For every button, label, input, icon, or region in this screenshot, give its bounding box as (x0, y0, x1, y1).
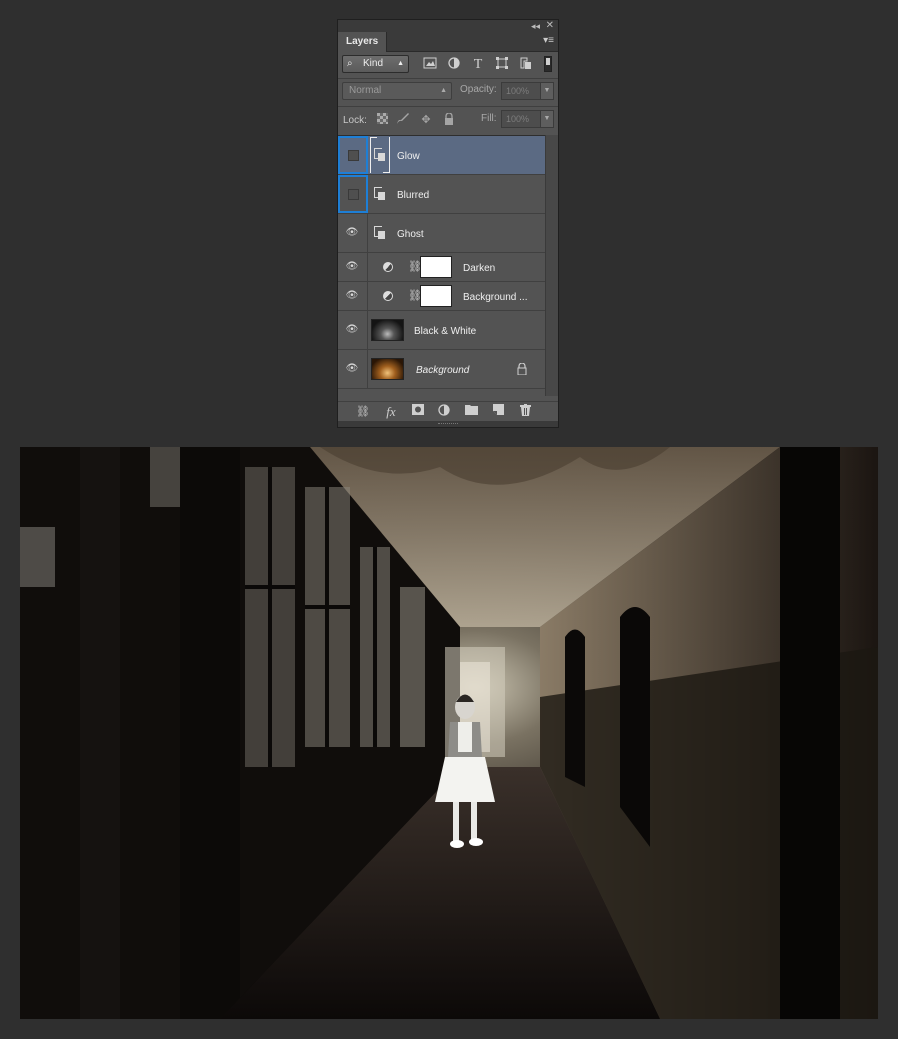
collapse-panel-button[interactable]: ◂◂ (531, 20, 540, 32)
lock-label: Lock: (343, 115, 367, 126)
image-filter-icon[interactable] (422, 57, 438, 73)
link-layers-icon[interactable]: ⛓ (355, 404, 371, 420)
panel-titlebar[interactable]: ◂◂ ✕ (338, 20, 558, 32)
blend-mode-select[interactable]: Normal ▲ (342, 82, 452, 100)
smart-object-icon (374, 148, 386, 162)
tab-layers[interactable]: Layers (338, 32, 388, 52)
visibility-toggle[interactable]: 👁 (338, 253, 368, 281)
grip-dots (438, 423, 458, 426)
opacity-field[interactable]: 100% (501, 82, 543, 100)
blend-mode-value: Normal (349, 85, 382, 96)
fill-field[interactable]: 100% (501, 110, 543, 128)
filter-kind-label: Kind (363, 58, 384, 69)
panel-resize-handle[interactable] (338, 421, 558, 427)
eye-icon: 👁 (345, 290, 359, 301)
fill-label: Fill: (481, 113, 497, 124)
visibility-toggle[interactable]: 👁 (338, 282, 368, 310)
lock-image-pixels-icon[interactable] (396, 113, 410, 127)
search-icon: ⌕ (347, 58, 353, 69)
corridor-image (20, 447, 878, 1019)
fx-icon[interactable]: fx (383, 404, 399, 420)
layer-row-glow[interactable]: Glow (338, 136, 545, 175)
updown-arrow-icon: ▲ (397, 60, 404, 67)
visibility-toggle[interactable]: 👁 (338, 214, 368, 252)
visibility-off-box (348, 189, 359, 200)
filter-toggle-switch[interactable] (544, 56, 552, 72)
adjustment-layer-icon (383, 262, 393, 272)
panel-menu-icon[interactable]: ▾≡ (543, 35, 554, 47)
layer-thumbnail[interactable] (371, 319, 404, 341)
lock-position-icon[interactable]: ✥ (419, 113, 433, 127)
new-group-icon[interactable] (463, 404, 479, 420)
layer-name[interactable]: Darken (463, 263, 495, 274)
delete-layer-icon[interactable] (517, 404, 533, 420)
layer-name[interactable]: Glow (397, 151, 420, 162)
new-adjustment-icon[interactable] (436, 404, 452, 420)
layers-bottom-toolbar: ⛓ fx (338, 401, 558, 422)
toggle-knob (546, 58, 550, 65)
layer-list: Glow Blurred 👁 Ghost 👁 ⛓ Darken 👁 ⛓ Back… (338, 135, 545, 397)
opacity-dropdown-button[interactable]: ▼ (540, 82, 554, 100)
lock-all-icon[interactable] (442, 112, 456, 127)
filter-kind-select[interactable]: ⌕ Kind ▲ (342, 55, 409, 73)
layer-thumbnail[interactable] (371, 358, 404, 380)
panel-tab-row: Layers ▾≡ (338, 32, 558, 52)
visibility-toggle[interactable]: 👁 (338, 350, 368, 388)
visibility-toggle[interactable]: 👁 (338, 311, 368, 349)
lock-transparent-pixels-icon[interactable] (375, 113, 389, 127)
lock-row: Lock: ✥ Fill: 100% ▼ (338, 107, 558, 134)
visibility-off-box (348, 150, 359, 161)
eye-icon: 👁 (345, 227, 359, 238)
shape-filter-icon[interactable] (494, 57, 510, 73)
layer-row-black-white[interactable]: 👁 Black & White (338, 311, 545, 350)
eye-icon: 👁 (345, 324, 359, 335)
new-layer-icon[interactable] (490, 404, 506, 420)
visibility-toggle[interactable] (338, 136, 368, 174)
updown-arrow-icon: ▲ (440, 87, 447, 94)
adjustment-filter-icon[interactable] (446, 57, 462, 73)
eye-icon: 👁 (345, 261, 359, 272)
layer-row-background[interactable]: 👁 Background (338, 350, 545, 389)
visibility-toggle[interactable] (338, 175, 368, 213)
layer-lock-icon[interactable] (517, 362, 527, 378)
layer-row-blurred[interactable]: Blurred (338, 175, 545, 214)
document-canvas[interactable] (20, 447, 878, 1019)
filter-row: ⌕ Kind ▲ T (338, 52, 558, 78)
layer-name[interactable]: Background (416, 365, 469, 376)
layer-mask-thumbnail[interactable] (420, 285, 452, 307)
close-panel-button[interactable]: ✕ (546, 20, 554, 32)
layers-panel: ◂◂ ✕ Layers ▾≡ ⌕ Kind ▲ T Normal ▲ Opaci… (337, 19, 559, 428)
layer-name[interactable]: Background ... (463, 292, 527, 303)
eye-icon: 👁 (345, 363, 359, 374)
blend-row: Normal ▲ Opacity: 100% ▼ (338, 79, 558, 105)
layer-row-darken[interactable]: 👁 ⛓ Darken (338, 253, 545, 282)
opacity-label: Opacity: (460, 84, 497, 95)
layer-name[interactable]: Blurred (397, 190, 429, 201)
smart-object-icon (374, 187, 386, 201)
layer-list-scrollbar[interactable] (545, 135, 558, 396)
layer-row-background-adjustment[interactable]: 👁 ⛓ Background ... (338, 282, 545, 311)
type-filter-icon[interactable]: T (470, 57, 486, 73)
smart-object-icon (374, 226, 386, 240)
adjustment-layer-icon (383, 291, 393, 301)
add-mask-icon[interactable] (410, 404, 426, 420)
layer-name[interactable]: Ghost (397, 229, 424, 240)
layer-name[interactable]: Black & White (414, 326, 476, 337)
fill-dropdown-button[interactable]: ▼ (540, 110, 554, 128)
smart-object-filter-icon[interactable] (518, 57, 534, 73)
layer-mask-thumbnail[interactable] (420, 256, 452, 278)
layer-row-ghost[interactable]: 👁 Ghost (338, 214, 545, 253)
